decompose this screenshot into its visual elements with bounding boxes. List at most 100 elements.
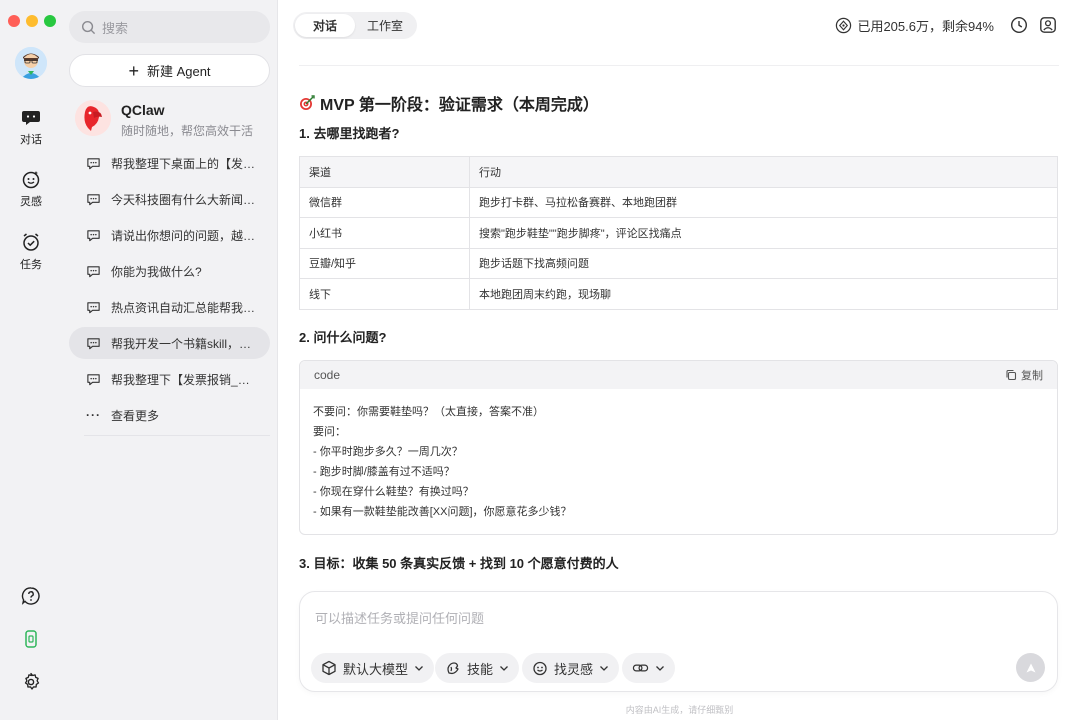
left-rail: 对话 灵感 任务 bbox=[0, 0, 62, 720]
conversation-item[interactable]: 帮我整理下【发票报销_副本】 bbox=[69, 363, 270, 395]
header-divider bbox=[299, 65, 1059, 66]
rail-item-inspiration[interactable]: 灵感 bbox=[0, 169, 62, 209]
section-3-title: 3. 目标：收集 50 条真实反馈 + 找到 10 个愿意付费的人 bbox=[299, 556, 619, 571]
chat-icon bbox=[87, 301, 100, 313]
inspiration-label: 找灵感 bbox=[554, 661, 594, 677]
alarm-clock-icon bbox=[23, 233, 39, 251]
code-block: code 复制 不要问：你需要鞋垫吗？（太直接，答案不准） 要问： - 你平时跑… bbox=[299, 360, 1058, 535]
model-select-button[interactable]: 默认大模型 bbox=[311, 653, 435, 683]
user-avatar[interactable] bbox=[15, 47, 47, 79]
conversation-title: 帮我整理下桌面上的【发票报销】 bbox=[111, 156, 256, 171]
send-arrow-icon bbox=[1026, 663, 1035, 672]
agent-name: QClaw bbox=[121, 102, 165, 118]
history-clock-icon[interactable] bbox=[1010, 16, 1028, 34]
table-cell: 微信群 bbox=[299, 186, 470, 218]
chevron-down-icon bbox=[656, 666, 664, 671]
rail-item-tasks[interactable]: 任务 bbox=[0, 232, 62, 272]
usage-indicator[interactable]: 已用205.6万，剩余94% bbox=[835, 16, 994, 35]
window-controls bbox=[8, 15, 56, 27]
divider bbox=[84, 435, 270, 436]
see-more-button[interactable]: ··· 查看更多 bbox=[69, 399, 270, 431]
agent-card[interactable]: QClaw 随时随地，帮您高效干活 bbox=[75, 100, 265, 140]
rail-item-label: 对话 bbox=[20, 134, 42, 146]
qclaw-logo-icon bbox=[75, 100, 111, 136]
new-agent-button[interactable]: + 新建 Agent bbox=[69, 54, 270, 87]
table-cell: 小红书 bbox=[299, 217, 470, 249]
help-icon[interactable] bbox=[21, 586, 41, 606]
copy-icon bbox=[1006, 369, 1017, 381]
conversation-title: 今天科技圈有什么大新闻，帮我汇总 bbox=[111, 192, 256, 207]
conversation-item[interactable]: 热点资讯自动汇总能帮我做什么 bbox=[69, 291, 270, 323]
chat-icon bbox=[87, 193, 100, 205]
search-placeholder: 搜索 bbox=[102, 20, 129, 36]
table-cell: 线下 bbox=[299, 278, 470, 310]
conversation-item[interactable]: 帮我整理下桌面上的【发票报销】 bbox=[69, 147, 270, 179]
smiley-icon bbox=[22, 171, 40, 189]
section-2-title: 2. 问什么问题? bbox=[299, 330, 387, 345]
table-row: 线下 本地跑团周末约跑，现场聊 bbox=[299, 278, 1058, 310]
table-cell: 搜索"跑步鞋垫""跑步脚疼"，评论区找痛点 bbox=[469, 217, 1058, 249]
code-line: - 跑步时脚/膝盖有过不适吗？ bbox=[313, 466, 455, 478]
search-input[interactable]: 搜索 bbox=[69, 11, 270, 43]
profile-icon[interactable] bbox=[1039, 16, 1057, 34]
settings-gear-icon[interactable] bbox=[21, 672, 41, 692]
table-row: 豆瓣/知乎 跑步话题下找高频问题 bbox=[299, 247, 1058, 279]
agent-subtitle: 随时随地，帮您高效干活 bbox=[121, 124, 254, 138]
maximize-window-button[interactable] bbox=[44, 15, 56, 27]
link-icon bbox=[632, 664, 649, 672]
mode-tabs: 对话 工作室 bbox=[293, 12, 417, 39]
table-row: 微信群 跑步打卡群、马拉松备赛群、本地跑团群 bbox=[299, 186, 1058, 218]
chat-bubble-icon bbox=[22, 111, 40, 125]
conversation-item-active[interactable]: 帮我开发一个书籍skill，能够推荐 bbox=[69, 327, 270, 359]
table-row: 小红书 搜索"跑步鞋垫""跑步脚疼"，评论区找痛点 bbox=[299, 217, 1058, 249]
code-block-header: code 复制 bbox=[300, 361, 1057, 389]
rail-item-chat[interactable]: 对话 bbox=[0, 107, 62, 147]
code-line: - 如果有一款鞋垫能改善[XX问题]，你愿意花多少钱？ bbox=[313, 506, 572, 518]
minimize-window-button[interactable] bbox=[26, 15, 38, 27]
chevron-down-icon bbox=[415, 666, 423, 671]
copy-button[interactable]: 复制 bbox=[1005, 367, 1043, 383]
close-window-button[interactable] bbox=[8, 15, 20, 27]
conversation-item[interactable]: 你能为我做什么? bbox=[69, 255, 270, 287]
table-cell: 跑步话题下找高频问题 bbox=[469, 247, 1058, 279]
rail-item-label: 任务 bbox=[20, 259, 42, 271]
conversation-item[interactable]: 今天科技圈有什么大新闻，帮我汇总 bbox=[69, 183, 270, 215]
usage-text: 已用205.6万，剩余94% bbox=[857, 19, 994, 34]
heading-text: MVP 第一阶段：验证需求（本周完成） bbox=[320, 97, 599, 114]
phone-icon[interactable] bbox=[21, 629, 41, 649]
table-cell: 跑步打卡群、马拉松备赛群、本地跑团群 bbox=[469, 186, 1058, 218]
inspiration-button[interactable]: 找灵感 bbox=[522, 653, 620, 683]
section-heading: MVP 第一阶段：验证需求（本周完成） bbox=[299, 91, 599, 115]
chevron-down-icon bbox=[500, 666, 508, 671]
cube-icon bbox=[322, 660, 336, 676]
table-header-cell: 渠道 bbox=[299, 156, 470, 188]
table-header-cell: 行动 bbox=[469, 156, 1058, 188]
sidebar: 搜索 + 新建 Agent QClaw 随时随地，帮您高效干活 帮我整理下桌面上… bbox=[62, 0, 278, 720]
main-panel: 对话 工作室 已用205.6万，剩余94% MVP 第一阶段：验证需求（本周完成… bbox=[279, 0, 1080, 720]
more-dots-icon: ··· bbox=[86, 408, 101, 422]
conversation-title: 帮我整理下【发票报销_副本】 bbox=[111, 372, 256, 387]
token-diamond-icon bbox=[836, 17, 852, 34]
code-line: 不要问：你需要鞋垫吗？（太直接，答案不准） bbox=[313, 406, 544, 418]
search-icon bbox=[81, 20, 96, 34]
tab-chat[interactable]: 对话 bbox=[295, 14, 355, 37]
skills-hand-icon bbox=[447, 662, 459, 675]
prompt-input[interactable]: 可以描述任务或提问任何问题 bbox=[315, 608, 484, 627]
target-dart-icon bbox=[300, 95, 315, 110]
code-line: - 你平时跑步多久？一周几次？ bbox=[313, 446, 463, 458]
send-button[interactable] bbox=[1016, 653, 1045, 682]
conversation-title: 你能为我做什么? bbox=[111, 264, 202, 279]
conversation-title: 热点资讯自动汇总能帮我做什么 bbox=[111, 300, 256, 315]
conversation-item[interactable]: 请说出你想问的问题，越具体越好 bbox=[69, 219, 270, 251]
table-cell: 本地跑团周末约跑，现场聊 bbox=[469, 278, 1058, 310]
tab-studio[interactable]: 工作室 bbox=[355, 14, 415, 37]
ai-disclaimer: 内容由AI生成，请仔细甄别 bbox=[625, 705, 734, 715]
chat-icon bbox=[87, 265, 100, 277]
skills-button[interactable]: 技能 bbox=[435, 653, 520, 683]
copy-label: 复制 bbox=[1021, 370, 1043, 382]
chat-icon bbox=[87, 373, 100, 385]
code-body: 不要问：你需要鞋垫吗？（太直接，答案不准） 要问： - 你平时跑步多久？一周几次… bbox=[300, 389, 1057, 522]
code-line: 要问： bbox=[313, 426, 346, 438]
link-button[interactable] bbox=[622, 653, 675, 683]
see-more-label: 查看更多 bbox=[111, 408, 160, 423]
